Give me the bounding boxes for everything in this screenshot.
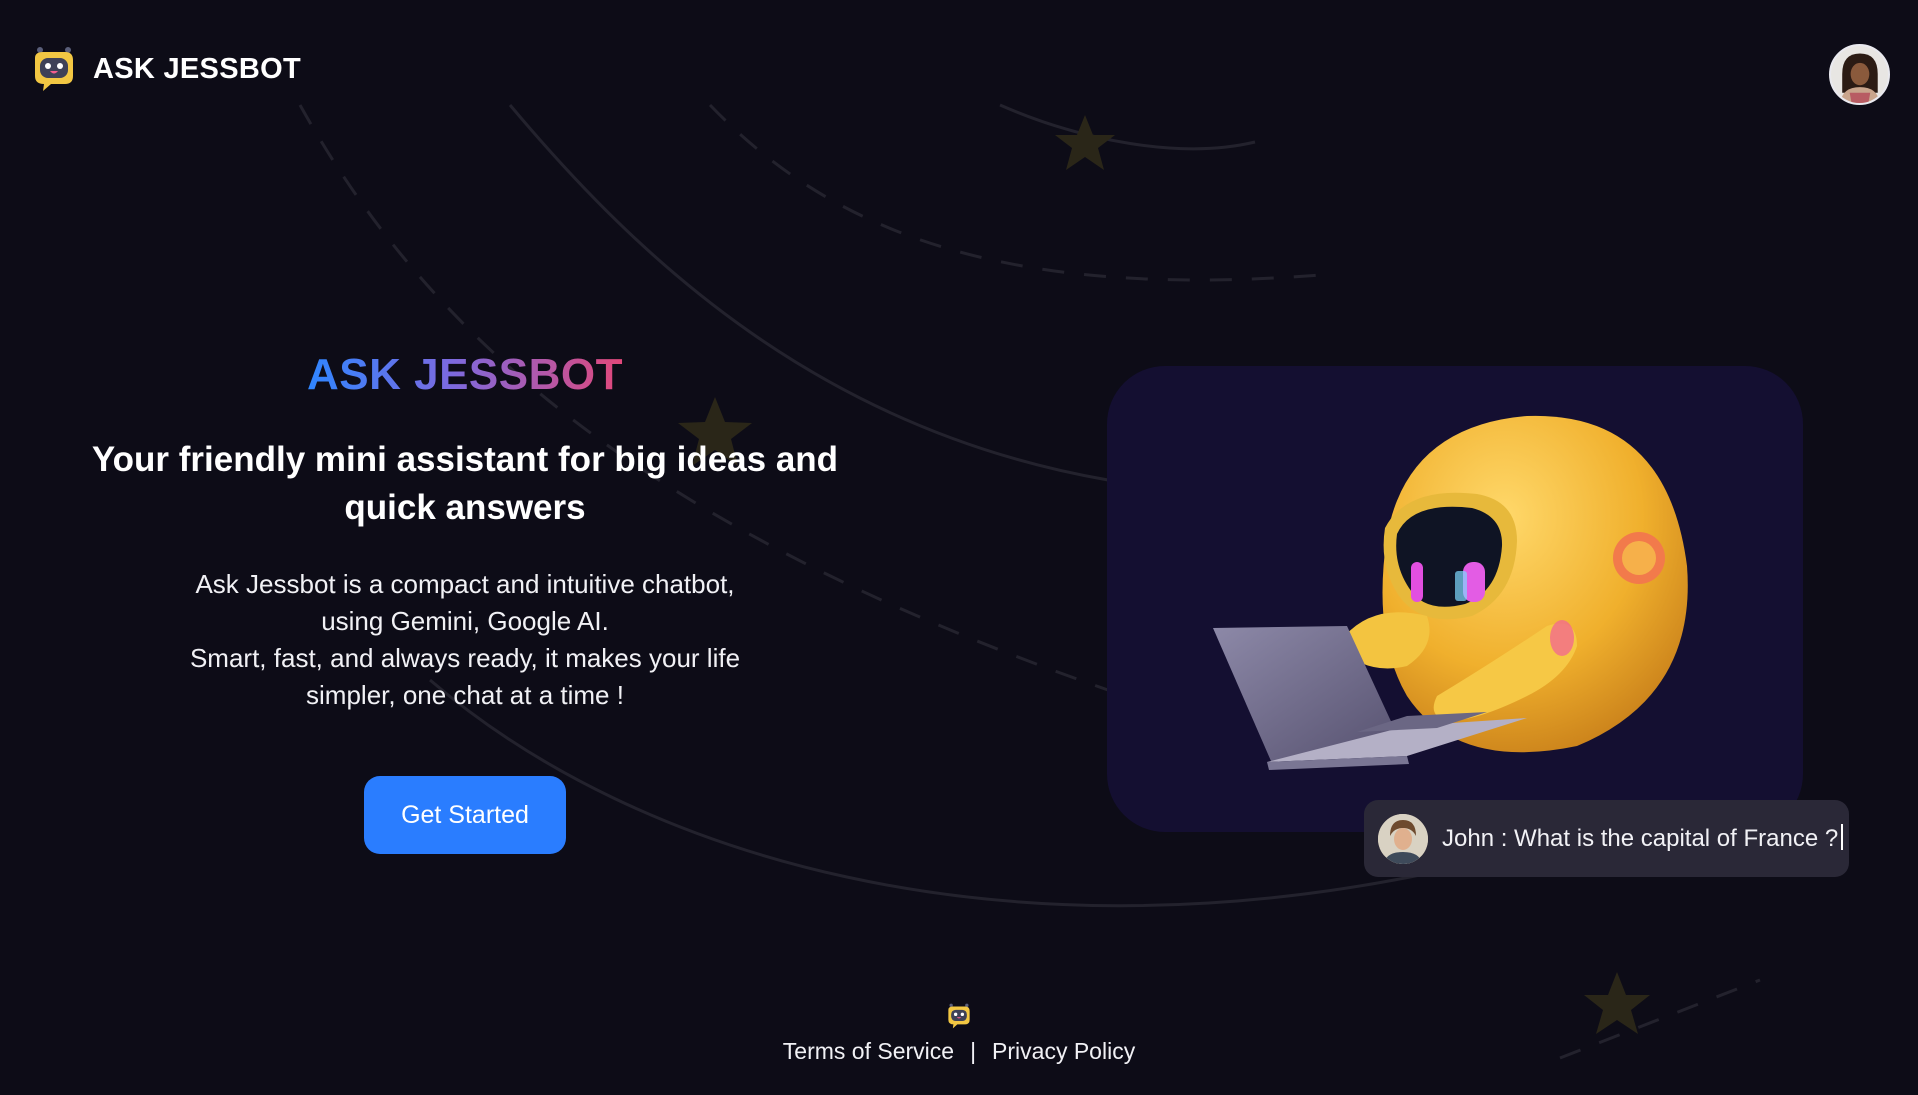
robot-chat-icon (35, 47, 73, 91)
typing-caret (1841, 824, 1844, 850)
hero-description: Ask Jessbot is a compact and intuitive c… (155, 566, 775, 714)
hero-title: ASK JESSBOT (306, 350, 623, 399)
footer: Terms of Service | Privacy Policy (0, 1002, 1918, 1065)
robot-illustration-card (1107, 366, 1803, 832)
description-line: using Gemini, Google AI. (321, 606, 609, 636)
privacy-policy-link[interactable]: Privacy Policy (992, 1038, 1135, 1065)
brand-name: ASK JESSBOT (93, 52, 301, 85)
header: ASK JESSBOT (0, 0, 1918, 130)
description-line: Ask Jessbot is a compact and intuitive c… (195, 569, 735, 599)
description-line: simpler, one chat at a time ! (306, 680, 624, 710)
hero-subtitle: Your friendly mini assistant for big ide… (91, 440, 839, 527)
hero-section: ASK JESSBOT Your friendly mini assistant… (60, 350, 870, 854)
chat-preview-bubble: John : What is the capital of France ? (1364, 800, 1849, 877)
user-avatar[interactable] (1829, 44, 1890, 105)
chat-preview-text: John : What is the capital of France ? (1442, 824, 1844, 853)
robot-chat-icon (948, 1003, 970, 1029)
chat-user-avatar (1378, 813, 1428, 864)
get-started-button[interactable]: Get Started (364, 776, 566, 854)
landing-page: ASK JESSBOT ASK JESSBOT Your friendly mi… (0, 0, 1918, 1095)
description-line: Smart, fast, and always ready, it makes … (189, 643, 741, 673)
footer-separator: | (970, 1038, 977, 1064)
brand-home-link[interactable]: ASK JESSBOT (29, 44, 301, 94)
john-avatar-image (1378, 813, 1428, 864)
footer-links: Terms of Service | Privacy Policy (0, 1038, 1918, 1065)
robot-with-laptop-illustration (1213, 415, 1688, 770)
terms-of-service-link[interactable]: Terms of Service (783, 1038, 954, 1065)
user-avatar-image (1831, 46, 1888, 103)
